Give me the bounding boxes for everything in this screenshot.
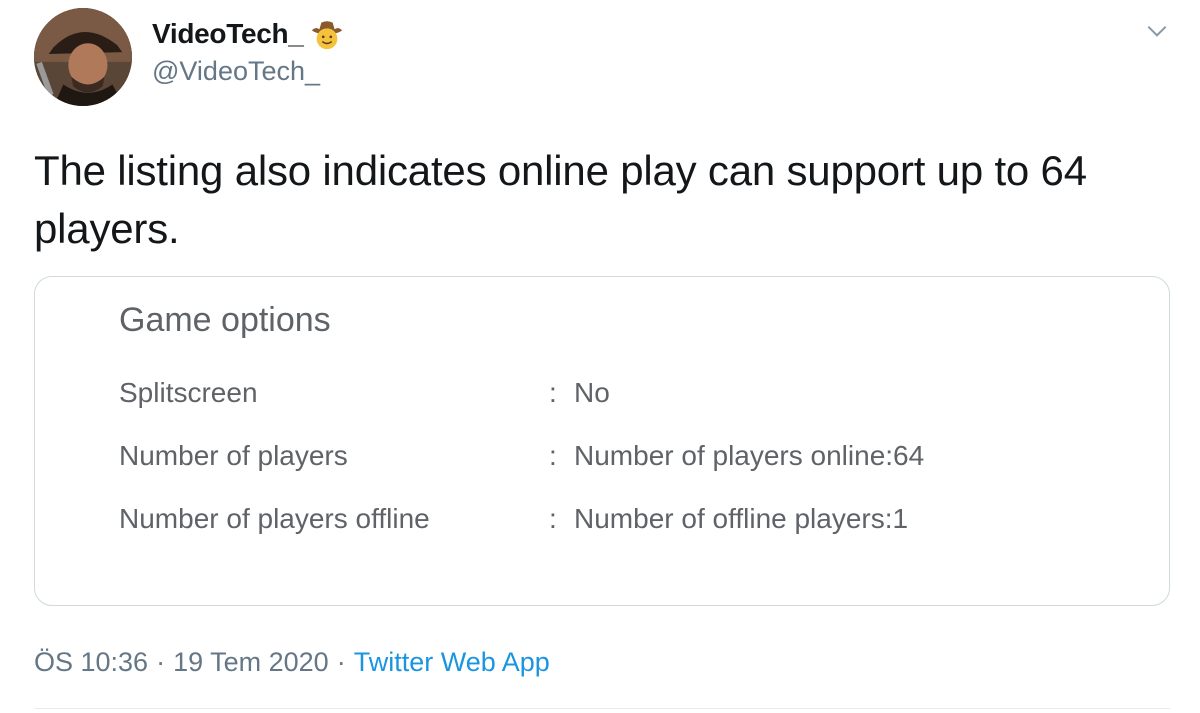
cowboy-hat-face-icon <box>310 17 344 51</box>
avatar-image <box>34 8 132 106</box>
avatar[interactable] <box>34 8 132 106</box>
tweet-text: The listing also indicates online play c… <box>34 147 1087 252</box>
option-separator: : <box>549 377 557 408</box>
option-row-players-offline: Number of players offline : Number of of… <box>119 499 1119 539</box>
card-title: Game options <box>119 301 331 339</box>
option-row-number-of-players: Number of players : Number of players on… <box>119 436 1119 476</box>
link-card[interactable]: Game options Splitscreen : No Number of … <box>34 276 1170 606</box>
display-name[interactable]: VideoTech_ <box>152 18 304 50</box>
tweet-source-link[interactable]: Twitter Web App <box>354 647 550 678</box>
display-name-row: VideoTech_ <box>152 16 344 52</box>
option-row-splitscreen: Splitscreen : No <box>119 373 1119 413</box>
option-label: Splitscreen <box>119 377 258 408</box>
option-label: Number of players offline <box>119 503 430 534</box>
option-value: No <box>574 377 610 408</box>
chevron-down-icon[interactable] <box>1144 18 1170 44</box>
handle[interactable]: @VideoTech_ <box>152 56 320 87</box>
option-separator: : <box>549 440 557 471</box>
option-label: Number of players <box>119 440 348 471</box>
meta-dot: · <box>156 646 166 677</box>
option-separator: : <box>549 503 557 534</box>
tweet-date[interactable]: 19 Tem 2020 <box>173 647 329 678</box>
tweet-time[interactable]: ÖS 10:36 <box>34 647 148 678</box>
meta-dot: · <box>336 646 346 677</box>
option-value: Number of players online:64 <box>574 440 925 471</box>
option-value: Number of offline players:1 <box>574 503 909 534</box>
tweet-meta: ÖS 10:36 · 19 Tem 2020 · Twitter Web App <box>34 642 550 682</box>
divider <box>34 708 1170 709</box>
tweet: VideoTech_ @VideoTech_ The listing also … <box>0 0 1200 713</box>
